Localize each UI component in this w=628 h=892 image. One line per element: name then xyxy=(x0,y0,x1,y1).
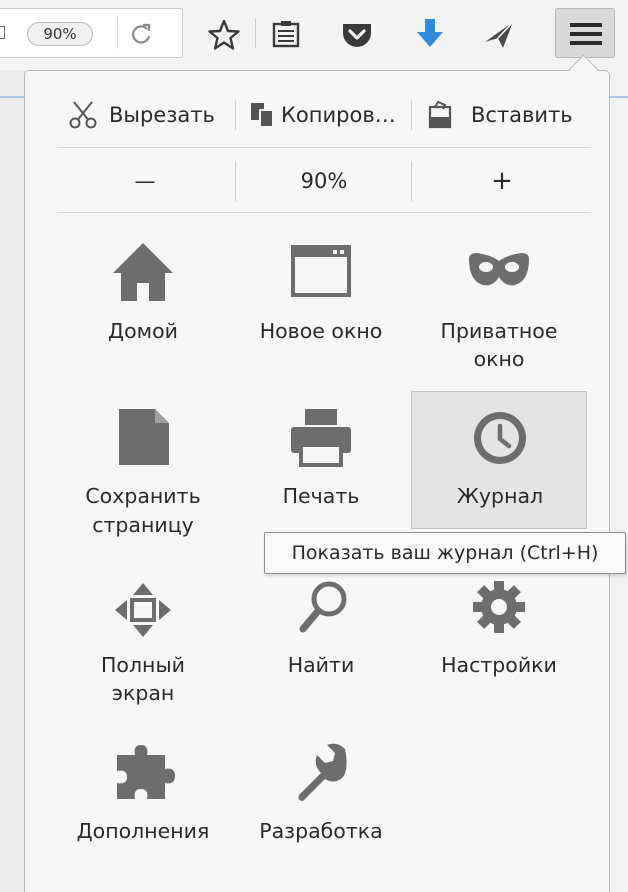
url-bar-divider xyxy=(117,17,118,49)
panel-divider xyxy=(57,147,591,148)
fullscreen-icon xyxy=(115,583,171,637)
home-label: Домой xyxy=(108,319,178,343)
scissors-icon xyxy=(69,101,97,129)
pocket-icon[interactable] xyxy=(340,20,374,50)
addons-label: Дополнения xyxy=(76,819,210,843)
reload-icon[interactable] xyxy=(129,22,153,46)
private-mask-icon xyxy=(469,253,529,286)
settings-button[interactable]: Настройки xyxy=(411,571,587,691)
panel-divider xyxy=(57,212,591,213)
save-page-label-line2: страницу xyxy=(92,513,194,537)
reading-list-icon[interactable] xyxy=(271,20,301,50)
new-window-icon xyxy=(291,245,351,297)
edit-divider xyxy=(411,100,412,130)
copy-button[interactable]: Копиров… xyxy=(249,95,396,135)
history-label: Журнал xyxy=(456,484,544,508)
bookmark-star-icon[interactable] xyxy=(207,18,241,52)
zoom-divider xyxy=(235,161,236,201)
new-window-label: Новое окно xyxy=(259,319,383,343)
print-button[interactable]: Печать xyxy=(233,401,409,551)
private-window-button[interactable]: Приватное окно xyxy=(411,237,587,397)
page-icon xyxy=(0,26,5,39)
magnifier-search-icon xyxy=(299,581,347,633)
history-clock-icon xyxy=(474,412,526,464)
save-page-button[interactable]: Сохранить страницу xyxy=(55,401,231,551)
url-bar[interactable]: 90% xyxy=(0,8,183,58)
wrench-icon xyxy=(298,743,347,801)
fullscreen-button[interactable]: Полный экран xyxy=(55,571,231,721)
fullscreen-label-line2: экран xyxy=(111,681,175,705)
private-window-label-line1: Приватное xyxy=(440,319,558,343)
hamburger-menu-icon xyxy=(570,23,602,45)
cut-button[interactable]: Вырезать xyxy=(67,95,215,135)
paste-clipboard-icon xyxy=(428,100,452,129)
send-paper-plane-icon[interactable] xyxy=(483,20,515,50)
developer-button[interactable]: Разработка xyxy=(233,735,409,855)
paste-label: Вставить xyxy=(471,103,573,127)
home-button[interactable]: Домой xyxy=(55,237,231,367)
zoom-indicator[interactable]: 90% xyxy=(27,22,93,46)
copy-label: Копиров… xyxy=(281,103,396,127)
page-background-right xyxy=(610,70,628,892)
edit-divider xyxy=(235,100,236,130)
edit-controls: Вырезать Копиров… Вставить xyxy=(57,95,591,135)
zoom-out-button[interactable]: — xyxy=(57,161,233,201)
gear-icon xyxy=(473,581,525,633)
printer-icon xyxy=(291,409,351,467)
paste-button[interactable]: Вставить xyxy=(427,95,573,135)
new-window-button[interactable]: Новое окно xyxy=(233,237,409,367)
save-page-document-icon xyxy=(119,409,169,465)
puzzle-piece-icon xyxy=(117,745,175,799)
private-window-label-line2: окно xyxy=(473,347,525,371)
addons-button[interactable]: Дополнения xyxy=(55,735,231,855)
zoom-reset-button[interactable]: 90% xyxy=(237,161,411,201)
fullscreen-label-line1: Полный xyxy=(101,653,185,677)
menu-button[interactable] xyxy=(555,8,615,58)
history-button[interactable]: Журнал xyxy=(411,391,587,529)
downloads-arrow-icon[interactable] xyxy=(415,17,445,51)
cut-label: Вырезать xyxy=(109,103,215,127)
save-page-label-line1: Сохранить xyxy=(85,484,201,508)
zoom-divider xyxy=(411,161,412,201)
zoom-in-button[interactable]: + xyxy=(413,161,591,201)
settings-label: Настройки xyxy=(441,653,557,677)
copy-icon xyxy=(251,103,274,128)
home-icon xyxy=(113,243,173,301)
zoom-controls: — 90% + xyxy=(57,161,591,201)
developer-label: Разработка xyxy=(259,819,383,843)
history-tooltip: Показать ваш журнал (Ctrl+H) xyxy=(264,532,626,574)
main-menu-panel: Вырезать Копиров… Вставить — 90% + Домой… xyxy=(24,70,610,892)
page-background-left xyxy=(0,70,25,892)
browser-toolbar: 90% xyxy=(0,0,628,70)
toolbar-separator xyxy=(255,18,256,48)
find-button[interactable]: Найти xyxy=(233,571,409,691)
find-label: Найти xyxy=(287,653,355,677)
print-label: Печать xyxy=(282,484,360,508)
